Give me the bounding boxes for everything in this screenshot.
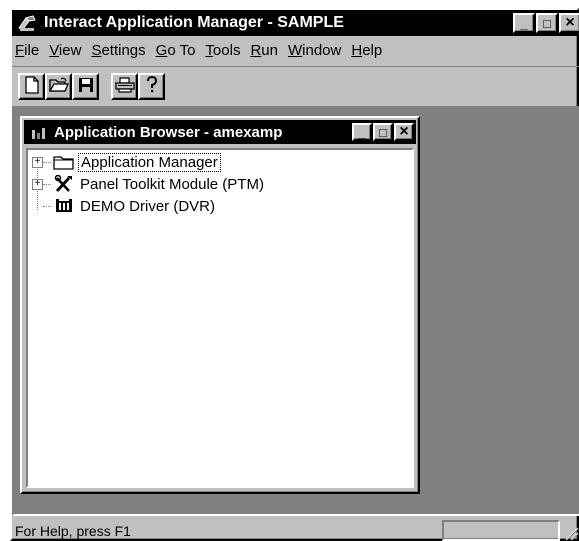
tree-item-label: Application Manager bbox=[78, 152, 221, 172]
menu-accelerator: G bbox=[155, 41, 168, 59]
menu-settings[interactable]: Settings bbox=[88, 42, 152, 59]
title-bar[interactable]: Interact Application Manager - SAMPLE _ □… bbox=[12, 10, 579, 36]
child-minimize-button[interactable]: _ bbox=[352, 123, 372, 141]
menu-label: o To bbox=[167, 41, 196, 59]
help-button[interactable] bbox=[138, 73, 165, 100]
tree-item-demo-driver[interactable]: DEMO Driver (DVR) bbox=[32, 196, 217, 216]
print-icon bbox=[114, 76, 135, 97]
menu-accelerator: H bbox=[351, 41, 363, 59]
new-file-button[interactable] bbox=[18, 73, 45, 100]
menu-view[interactable]: View bbox=[46, 42, 88, 59]
open-folder-icon bbox=[48, 77, 69, 97]
window-close-button[interactable]: × bbox=[559, 13, 579, 33]
expand-toggle[interactable]: + bbox=[32, 156, 43, 168]
menu-file[interactable]: File bbox=[12, 42, 46, 59]
folder-icon bbox=[53, 153, 75, 171]
open-file-button[interactable] bbox=[45, 73, 72, 100]
menu-label: ettings bbox=[101, 41, 146, 59]
new-file-icon bbox=[24, 75, 40, 98]
menu-accelerator: T bbox=[205, 41, 213, 59]
print-button[interactable] bbox=[111, 73, 138, 100]
menu-label: ools bbox=[212, 41, 241, 59]
menu-help[interactable]: Help bbox=[348, 42, 389, 59]
application-browser-window: Application Browser - amexamp _ □ × + Appl… bbox=[20, 116, 420, 494]
tree-item-application-manager[interactable]: + Application Manager bbox=[32, 152, 221, 172]
menu-run[interactable]: Run bbox=[247, 42, 285, 59]
menu-accelerator: W bbox=[287, 41, 303, 59]
child-maximize-button[interactable]: □ bbox=[373, 123, 393, 141]
menu-bar: File View Settings Go To Tools Run Window Help bbox=[12, 38, 579, 62]
application-tree[interactable]: + Application Manager + Panel Toolkit Mo… bbox=[26, 148, 414, 488]
tools-icon bbox=[53, 175, 75, 193]
menu-accelerator: S bbox=[91, 41, 102, 59]
browser-window-icon[interactable] bbox=[28, 122, 50, 142]
maximize-icon: □ bbox=[543, 15, 551, 31]
maximize-icon: □ bbox=[379, 124, 387, 140]
window-minimize-button[interactable]: _ bbox=[513, 13, 535, 33]
menu-accelerator: F bbox=[15, 41, 25, 59]
menu-window[interactable]: Window bbox=[285, 42, 348, 59]
expand-toggle[interactable]: + bbox=[32, 178, 43, 190]
menu-label: elp bbox=[362, 41, 383, 59]
save-disk-icon bbox=[78, 77, 94, 97]
tree-item-panel-toolkit[interactable]: + Panel Toolkit Module (PTM) bbox=[32, 174, 266, 194]
tree-connector bbox=[43, 161, 51, 163]
menu-accelerator: R bbox=[250, 41, 262, 59]
window-title: Interact Application Manager - SAMPLE bbox=[44, 14, 344, 31]
minimize-icon: _ bbox=[520, 15, 528, 31]
minimize-icon: _ bbox=[358, 124, 366, 140]
close-icon: × bbox=[399, 123, 409, 140]
status-text: For Help, press F1 bbox=[15, 522, 131, 539]
menu-label: ile bbox=[24, 41, 40, 59]
window-maximize-button[interactable]: □ bbox=[536, 13, 558, 33]
child-title-bar[interactable]: Application Browser - amexamp _ □ × bbox=[24, 120, 416, 144]
menu-tools[interactable]: Tools bbox=[202, 42, 247, 59]
tree-connector bbox=[43, 183, 51, 185]
toolbar-row bbox=[12, 66, 579, 104]
toolbar bbox=[18, 73, 165, 100]
child-close-button[interactable]: × bbox=[394, 123, 414, 141]
status-panel bbox=[442, 520, 560, 541]
menu-label: iew bbox=[58, 41, 82, 59]
menu-go-to[interactable]: Go To bbox=[153, 42, 203, 59]
close-icon: × bbox=[565, 14, 575, 31]
status-bar: For Help, press F1 bbox=[12, 518, 579, 541]
tree-item-label: Panel Toolkit Module (PTM) bbox=[80, 175, 264, 193]
menu-label: un bbox=[261, 41, 278, 59]
driver-icon bbox=[53, 197, 75, 215]
save-button[interactable] bbox=[72, 73, 99, 100]
resize-grip[interactable] bbox=[562, 520, 579, 541]
menu-accelerator: V bbox=[49, 41, 59, 59]
tree-item-label: DEMO Driver (DVR) bbox=[80, 197, 215, 215]
toolbar-separator bbox=[99, 73, 111, 100]
application-window: Interact Application Manager - SAMPLE _ □… bbox=[10, 8, 579, 541]
app-icon[interactable] bbox=[16, 13, 38, 33]
menu-label: indow bbox=[302, 41, 342, 59]
child-window-title: Application Browser - amexamp bbox=[54, 123, 283, 141]
help-question-icon bbox=[145, 75, 159, 98]
tree-connector bbox=[43, 205, 51, 207]
